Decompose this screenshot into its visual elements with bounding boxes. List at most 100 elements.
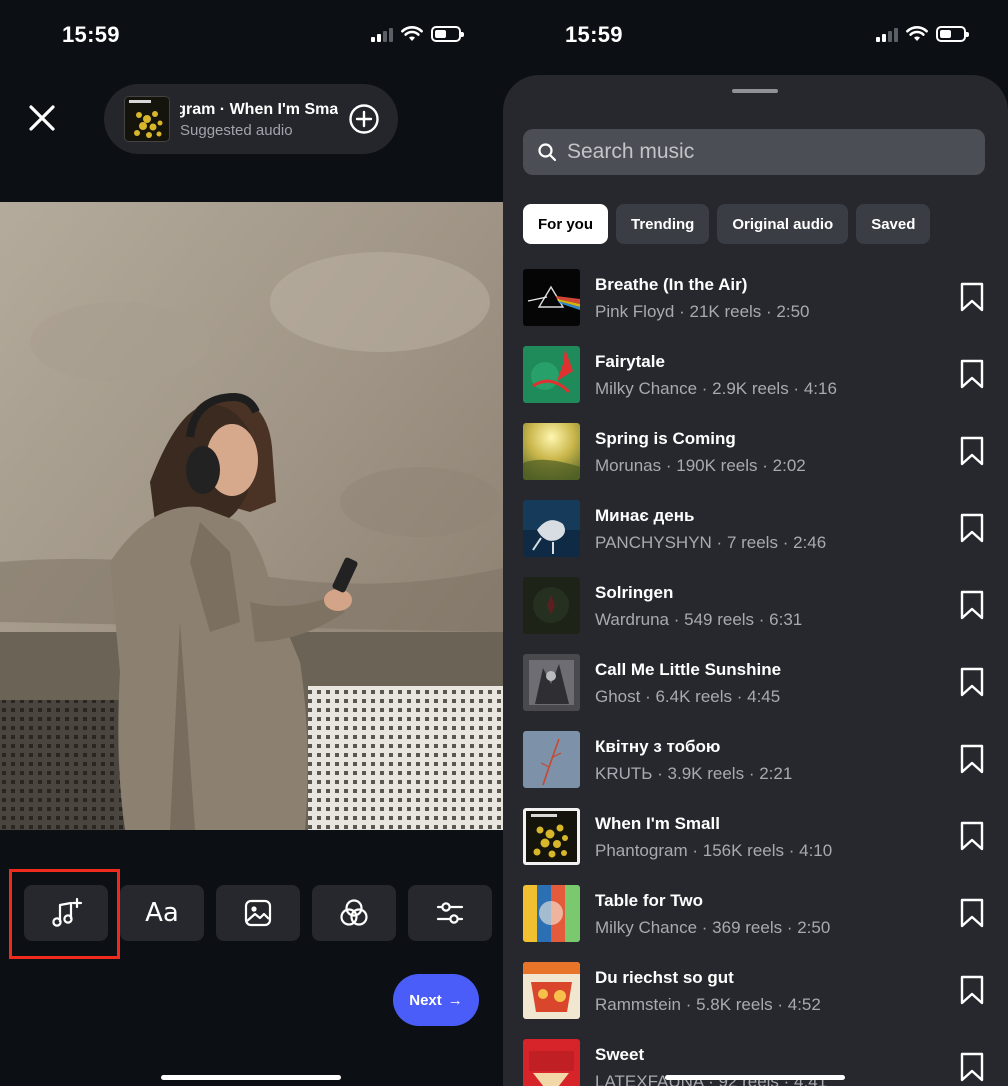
track-title: When I'm Small bbox=[595, 814, 720, 833]
track-title: Fairytale bbox=[595, 352, 665, 371]
album-cover bbox=[523, 731, 580, 788]
bookmark-icon[interactable] bbox=[959, 821, 985, 851]
add-audio-icon[interactable] bbox=[348, 103, 380, 135]
track-meta: Ghost · 6.4K reels · 4:45 bbox=[595, 687, 781, 706]
reel-editor-screen: 15:59 gram · When I'm Sma Suggested audi… bbox=[0, 0, 503, 1086]
bookmark-icon[interactable] bbox=[959, 898, 985, 928]
sliders-icon bbox=[436, 902, 464, 924]
track-meta: KRUТЬ · 3.9K reels · 2:21 bbox=[595, 764, 793, 783]
album-cover bbox=[523, 962, 580, 1019]
track-row[interactable]: Call Me Little Sunshine Ghost · 6.4K ree… bbox=[523, 654, 993, 731]
status-bar: 15:59 bbox=[503, 0, 1008, 70]
tab-original-audio[interactable]: Original audio bbox=[717, 204, 849, 244]
track-title: Breathe (In the Air) bbox=[595, 275, 748, 294]
sticker-image-tool-button[interactable] bbox=[216, 885, 300, 941]
track-meta: Wardruna · 549 reels · 6:31 bbox=[595, 610, 803, 629]
track-meta: Rammstein · 5.8K reels · 4:52 bbox=[595, 995, 821, 1014]
track-row[interactable]: Table for Two Milky Chance · 369 reels ·… bbox=[523, 885, 993, 962]
status-time: 15:59 bbox=[565, 22, 623, 47]
track-row[interactable]: Du riechst so gut Rammstein · 5.8K reels… bbox=[523, 962, 993, 1039]
status-icons bbox=[371, 26, 464, 42]
status-icons bbox=[876, 26, 969, 42]
music-picker-screen: 15:59 Search music For you Trending Orig… bbox=[503, 0, 1008, 1086]
album-cover bbox=[523, 346, 580, 403]
bookmark-icon[interactable] bbox=[959, 436, 985, 466]
track-row[interactable]: Spring is Coming Morunas · 190K reels · … bbox=[523, 423, 993, 500]
effects-circles-icon bbox=[340, 899, 368, 926]
audio-subtitle: Suggested audio bbox=[180, 122, 293, 139]
bookmark-icon[interactable] bbox=[959, 513, 985, 543]
effects-tool-button[interactable] bbox=[312, 885, 396, 941]
image-icon bbox=[244, 899, 272, 927]
album-cover bbox=[523, 423, 580, 480]
track-title: Table for Two bbox=[595, 891, 703, 910]
battery-icon bbox=[431, 26, 464, 42]
close-button[interactable] bbox=[24, 100, 60, 136]
track-row[interactable]: Минає день PANCHYSHYN · 7 reels · 2:46 bbox=[523, 500, 993, 577]
search-icon bbox=[538, 143, 557, 162]
music-tool-highlight-box bbox=[9, 869, 120, 959]
track-meta: Milky Chance · 2.9K reels · 4:16 bbox=[595, 379, 837, 398]
track-title: Spring is Coming bbox=[595, 429, 736, 448]
wifi-icon bbox=[401, 26, 423, 41]
search-placeholder: Search music bbox=[567, 140, 695, 163]
bookmark-icon[interactable] bbox=[959, 975, 985, 1005]
music-sheet: Search music For you Trending Original a… bbox=[503, 75, 1008, 1086]
track-row[interactable]: Fairytale Milky Chance · 2.9K reels · 4:… bbox=[523, 346, 993, 423]
next-label: Next bbox=[409, 991, 442, 1009]
text-tool-label: Aa bbox=[145, 898, 179, 928]
track-title: Sweet bbox=[595, 1045, 645, 1064]
close-icon bbox=[29, 105, 55, 131]
track-meta: Pink Floyd · 21K reels · 2:50 bbox=[595, 302, 810, 321]
track-meta: Milky Chance · 369 reels · 2:50 bbox=[595, 918, 831, 937]
reel-photo-preview bbox=[0, 202, 503, 830]
track-title: Solringen bbox=[595, 583, 674, 602]
cellular-signal-icon bbox=[371, 26, 393, 42]
audio-title: Phantogram · When I'm Small bbox=[180, 101, 338, 118]
track-row[interactable]: Solringen Wardruna · 549 reels · 6:31 bbox=[523, 577, 993, 654]
arrow-right-icon: → bbox=[447, 991, 463, 1009]
track-title: Call Me Little Sunshine bbox=[595, 660, 782, 679]
text-tool-button[interactable]: Aa bbox=[120, 885, 204, 941]
bookmark-icon[interactable] bbox=[959, 590, 985, 620]
track-meta: Morunas · 190K reels · 2:02 bbox=[595, 456, 806, 475]
search-music-input[interactable]: Search music bbox=[523, 129, 985, 175]
suggested-audio-pill[interactable]: Phantogram · When I'm Small Suggested au… bbox=[104, 84, 398, 154]
track-meta: Phantogram · 156K reels · 4:10 bbox=[595, 841, 833, 860]
track-title: Du riechst so gut bbox=[595, 968, 734, 987]
bookmark-icon[interactable] bbox=[959, 282, 985, 312]
album-cover bbox=[523, 654, 580, 711]
adjust-tool-button[interactable] bbox=[408, 885, 492, 941]
album-cover bbox=[523, 1039, 580, 1086]
bookmark-icon[interactable] bbox=[959, 744, 985, 774]
track-row[interactable]: Breathe (In the Air) Pink Floyd · 21K re… bbox=[523, 269, 993, 346]
track-row[interactable]: Квітну з тобою KRUТЬ · 3.9K reels · 2:21 bbox=[523, 731, 993, 808]
music-tabs: For you Trending Original audio Saved bbox=[523, 204, 931, 244]
sheet-grabber[interactable] bbox=[732, 89, 778, 93]
tab-trending[interactable]: Trending bbox=[616, 204, 710, 244]
album-cover bbox=[523, 808, 580, 865]
track-title: Минає день bbox=[595, 506, 695, 525]
track-list: Breathe (In the Air) Pink Floyd · 21K re… bbox=[523, 269, 993, 1086]
status-bar: 15:59 bbox=[0, 0, 503, 70]
tab-saved[interactable]: Saved bbox=[856, 204, 931, 244]
track-title: Квітну з тобою bbox=[595, 737, 721, 756]
bookmark-icon[interactable] bbox=[959, 1052, 985, 1082]
home-indicator bbox=[161, 1075, 341, 1080]
audio-cover-thumbnail bbox=[124, 96, 170, 142]
next-button[interactable]: Next → bbox=[393, 974, 479, 1026]
wifi-icon bbox=[906, 26, 928, 41]
battery-icon bbox=[936, 26, 969, 42]
cellular-signal-icon bbox=[876, 26, 898, 42]
bookmark-icon[interactable] bbox=[959, 667, 985, 697]
track-meta: PANCHYSHYN · 7 reels · 2:46 bbox=[595, 533, 827, 552]
home-indicator bbox=[665, 1075, 845, 1080]
album-cover bbox=[523, 500, 580, 557]
bookmark-icon[interactable] bbox=[959, 359, 985, 389]
album-cover bbox=[523, 577, 580, 634]
album-cover bbox=[523, 269, 580, 326]
tab-for-you[interactable]: For you bbox=[523, 204, 608, 244]
status-time: 15:59 bbox=[62, 22, 120, 47]
track-row[interactable]: When I'm Small Phantogram · 156K reels ·… bbox=[523, 808, 993, 885]
album-cover bbox=[523, 885, 580, 942]
